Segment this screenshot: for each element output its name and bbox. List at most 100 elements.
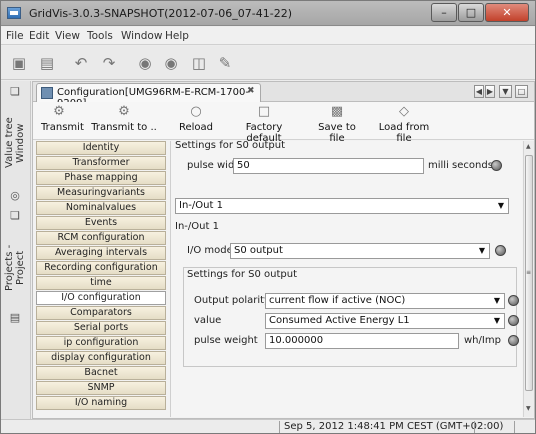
minimize-button[interactable]: – [431, 3, 457, 22]
nav-bacnet[interactable]: Bacnet [36, 366, 166, 380]
open-icon[interactable]: ▣ [9, 53, 29, 73]
pulse-weight-unit: wh/Imp [464, 335, 501, 346]
inout-select[interactable]: In-/Out 1 ▼ [175, 198, 509, 214]
tab-prev-button[interactable]: ◀ [474, 85, 484, 98]
nav-averaging-intervals[interactable]: Averaging intervals [36, 246, 166, 260]
output-polarity-select[interactable]: current flow if active (NOC) ▼ [265, 293, 505, 309]
title-bar[interactable]: GridVis-3.0.3-SNAPSHOT(2012-07-06_07-41-… [1, 1, 535, 26]
menu-edit[interactable]: Edit [29, 30, 49, 42]
window-restore-icon[interactable]: ❏ [8, 85, 22, 99]
status-led-icon [508, 315, 519, 326]
factory-default-icon: □ [257, 104, 271, 119]
save-to-file-button[interactable]: ▩ Save to file [311, 104, 363, 144]
close-button[interactable]: ✕ [485, 3, 529, 22]
device-icon[interactable]: ◉ [161, 53, 181, 73]
status-led-icon [508, 335, 519, 346]
menu-file[interactable]: File [6, 30, 24, 42]
reload-icon: ○ [190, 104, 202, 119]
status-datetime: Sep 5, 2012 1:48:41 PM CEST (GMT+02:00) [284, 421, 504, 432]
s0-output-group: Settings for S0 output Output polarity c… [183, 267, 519, 367]
reload-button[interactable]: ○ Reload [179, 104, 213, 133]
main-toolbar: ▣ ▤ ↶ ↷ ◉ ◉ ◫ ✎ [1, 46, 535, 80]
factory-default-button[interactable]: □ Factory default [231, 104, 297, 144]
undo-icon[interactable]: ↶ [71, 53, 91, 73]
menu-help[interactable]: Help [165, 30, 189, 42]
pulse-width-field[interactable]: 50 [233, 158, 424, 174]
nav-recording-configuration[interactable]: Recording configuration [36, 261, 166, 275]
nav-time[interactable]: time [36, 276, 166, 290]
status-divider [474, 421, 475, 433]
pulse-weight-label: pulse weight [194, 335, 258, 346]
load-from-file-button[interactable]: ◇ Load from file [375, 104, 433, 144]
nav-snmp[interactable]: SNMP [36, 381, 166, 395]
tool-icon[interactable]: ✎ [215, 53, 235, 73]
dropdown-arrow-icon: ▼ [493, 296, 500, 305]
app-icon [7, 7, 21, 19]
nav-rcm-configuration[interactable]: RCM configuration [36, 231, 166, 245]
transmit-label: Transmit [41, 122, 84, 133]
pulse-weight-field[interactable]: 10.000000 [265, 333, 459, 349]
output-polarity-value: current flow if active (NOC) [269, 295, 406, 306]
io-mode-label: I/O mode [187, 245, 233, 256]
configuration-icon [41, 87, 53, 99]
window-restore-icon[interactable]: ❏ [8, 209, 22, 223]
nav-serial-ports[interactable]: Serial ports [36, 321, 166, 335]
nav-identity[interactable]: Identity [36, 141, 166, 155]
scroll-up-icon[interactable]: ▲ [526, 143, 531, 150]
nav-io-naming[interactable]: I/O naming [36, 396, 166, 410]
inout-select-value: In-/Out 1 [179, 200, 223, 211]
status-led-icon [491, 160, 502, 171]
connect-icon[interactable]: ◉ [135, 53, 155, 73]
projects-tab[interactable]: Projects - Project [4, 227, 26, 309]
tab-close-icon[interactable]: ✖ [247, 86, 255, 96]
menu-tools[interactable]: Tools [87, 30, 113, 42]
projects-icon: ▤ [9, 311, 21, 324]
status-led-icon [495, 245, 506, 256]
tab-list-button[interactable]: ▼ [499, 85, 512, 98]
nav-events[interactable]: Events [36, 216, 166, 230]
value-tree-window-tab[interactable]: Value tree Window [4, 103, 26, 183]
tab-configuration[interactable]: Configuration[UMG96RM-E-RCM-1700-9209] ✖ [36, 83, 261, 109]
group-title: Settings for S0 output [187, 269, 297, 280]
status-bar: Sep 5, 2012 1:48:41 PM CEST (GMT+02:00) [1, 419, 535, 433]
config-nav-list: Identity Transformer Phase mapping Measu… [36, 141, 168, 417]
nav-phase-mapping[interactable]: Phase mapping [36, 171, 166, 185]
io-mode-value: S0 output [234, 245, 283, 256]
nav-measuring-variants[interactable]: Measuringvariants [36, 186, 166, 200]
transmit-to-button[interactable]: ⚙ Transmit to .. [89, 104, 159, 133]
status-divider [279, 421, 280, 433]
action-bar: ⚙ Transmit ⚙ Transmit to .. ○ Reload □ F… [33, 102, 534, 144]
redo-icon[interactable]: ↷ [99, 53, 119, 73]
menu-window[interactable]: Window [121, 30, 162, 42]
value-select-value: Consumed Active Energy L1 [269, 315, 410, 326]
inout-section-title: In-/Out 1 [175, 221, 219, 232]
transmit-to-label: Transmit to .. [91, 122, 157, 133]
io-mode-select[interactable]: S0 output ▼ [230, 243, 490, 259]
tab-maximize-button[interactable]: □ [515, 85, 528, 98]
nav-ip-configuration[interactable]: ip configuration [36, 336, 166, 350]
nav-display-configuration[interactable]: display configuration [36, 351, 166, 365]
nav-transformer[interactable]: Transformer [36, 156, 166, 170]
transmit-icon: ⚙ [53, 104, 65, 119]
tab-next-button[interactable]: ▶ [485, 85, 495, 98]
transmit-to-icon: ⚙ [118, 104, 130, 119]
transmit-button[interactable]: ⚙ Transmit [41, 104, 84, 133]
top-settings-title: Settings for S0 output [175, 140, 285, 151]
menu-bar: File Edit View Tools Window Help [1, 27, 535, 45]
scroll-down-icon[interactable]: ▼ [526, 405, 531, 412]
chart-icon[interactable]: ◫ [189, 53, 209, 73]
scroll-grip-icon: ≡ [526, 269, 532, 276]
nav-nominal-values[interactable]: Nominalvalues [36, 201, 166, 215]
nav-comparators[interactable]: Comparators [36, 306, 166, 320]
output-polarity-label: Output polarity [194, 295, 271, 306]
menu-view[interactable]: View [55, 30, 80, 42]
value-select[interactable]: Consumed Active Energy L1 ▼ [265, 313, 505, 329]
maximize-button[interactable]: □ [458, 3, 484, 22]
load-file-icon: ◇ [399, 104, 409, 119]
save-icon[interactable]: ▤ [37, 53, 57, 73]
vertical-scrollbar[interactable]: ▲ ≡ ▼ [523, 141, 534, 417]
window-title: GridVis-3.0.3-SNAPSHOT(2012-07-06_07-41-… [29, 7, 293, 20]
status-led-icon [508, 295, 519, 306]
reload-label: Reload [179, 122, 214, 133]
nav-io-configuration[interactable]: I/O configuration [36, 291, 166, 305]
